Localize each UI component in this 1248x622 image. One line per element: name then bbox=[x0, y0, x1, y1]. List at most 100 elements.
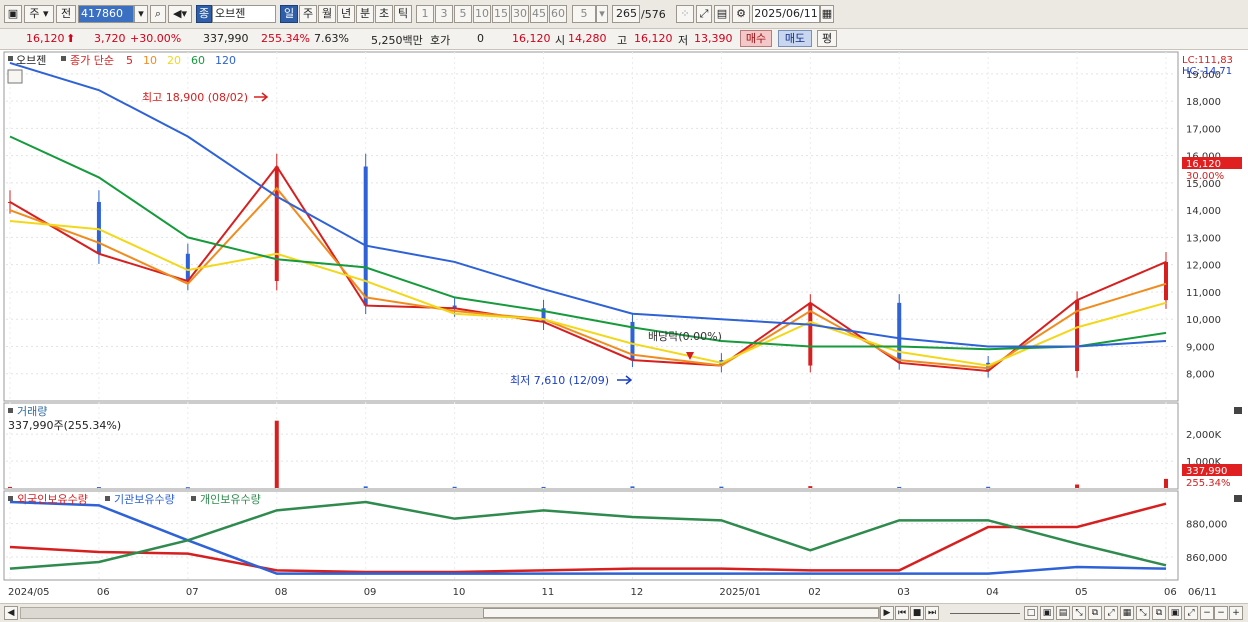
volume-bar[interactable] bbox=[274, 420, 279, 488]
volume-bar[interactable] bbox=[363, 486, 368, 488]
prev-button[interactable]: 전 bbox=[56, 5, 76, 23]
legend-ma-square-icon bbox=[61, 56, 66, 61]
tool-icon-6[interactable]: ⤢ bbox=[1104, 606, 1118, 620]
tool-icon-4[interactable]: ⤡ bbox=[1072, 606, 1086, 620]
holdings-legend-square-icon bbox=[8, 496, 13, 501]
period-select[interactable]: 주 ▾ bbox=[24, 5, 54, 23]
interval-minute[interactable]: 분 bbox=[356, 5, 374, 23]
candle-body[interactable] bbox=[274, 166, 279, 282]
settings-gear-icon[interactable]: ⚙ bbox=[732, 5, 750, 23]
tool-icon-3[interactable]: ▤ bbox=[1056, 606, 1070, 620]
candle-body[interactable] bbox=[363, 166, 368, 306]
window-menu-icon[interactable]: ▣ bbox=[4, 5, 22, 23]
candle-body[interactable] bbox=[185, 253, 190, 282]
low-annotation: 최저 7,610 (12/09) bbox=[510, 374, 609, 387]
sound-icon[interactable]: ◀▾ bbox=[168, 5, 192, 23]
code-dropdown-icon[interactable]: ▾ bbox=[134, 5, 148, 23]
volume-bar[interactable] bbox=[808, 486, 813, 488]
scroll-track[interactable] bbox=[20, 607, 880, 619]
volume-bar[interactable] bbox=[452, 486, 457, 488]
holdings-legend-square-icon bbox=[191, 496, 196, 501]
forward-icon[interactable]: ⏭ bbox=[925, 606, 939, 620]
tool-icon-5[interactable]: ⧉ bbox=[1088, 606, 1102, 620]
calculator-icon[interactable] bbox=[7, 69, 23, 84]
calendar-icon[interactable]: ▦ bbox=[820, 5, 834, 23]
interval-tick[interactable]: 틱 bbox=[394, 5, 412, 23]
stock-name-field[interactable]: 오브젠 bbox=[212, 5, 276, 23]
scroll-right-icon[interactable]: ▶ bbox=[880, 606, 894, 620]
volume-bar[interactable] bbox=[185, 487, 190, 489]
interval-year[interactable]: 년 bbox=[337, 5, 355, 23]
bottom-scrollbar[interactable]: ◀ ▶ ⏮ ■ ⏭ □ ▣ ▤ ⤡ ⧉ ⤢ ▦ ⤡ ⧉ ▣ ⤢ − − + bbox=[0, 603, 1248, 622]
holdings-panel-close-icon[interactable] bbox=[1234, 495, 1242, 502]
volume-pct-tag: 255.34% bbox=[1186, 478, 1231, 489]
legend-ma-5: 5 bbox=[126, 54, 133, 67]
x-axis-label: 06/11 bbox=[1188, 587, 1217, 598]
sell-button[interactable]: 매도 bbox=[778, 30, 812, 47]
high-annotation: 최고 18,900 (08/02) bbox=[142, 91, 248, 104]
buy-button[interactable]: 매수 bbox=[740, 30, 772, 47]
chart-area[interactable]: 19,00018,00017,00016,00015,00014,00013,0… bbox=[0, 50, 1248, 603]
minus-icon[interactable]: − bbox=[1214, 606, 1228, 620]
volume-bar[interactable] bbox=[8, 486, 12, 488]
rewind-icon[interactable]: ⏮ bbox=[895, 606, 909, 620]
x-axis-label: 05 bbox=[1075, 587, 1088, 598]
step-dropdown-icon[interactable]: ▾ bbox=[596, 5, 608, 23]
step-60[interactable]: 60 bbox=[549, 5, 567, 23]
draw-tool-icon[interactable]: ⤢ bbox=[696, 5, 712, 23]
quote-bar: 16,120 ⬆ 3,720 +30.00% 337,990 255.34% 7… bbox=[0, 29, 1248, 50]
range-input[interactable]: 265 bbox=[612, 5, 640, 23]
scroll-thumb[interactable] bbox=[483, 608, 879, 618]
price-y-label: 13,000 bbox=[1186, 233, 1221, 244]
volume-bar[interactable] bbox=[1075, 484, 1080, 489]
zoom-out-icon[interactable]: − bbox=[1200, 606, 1214, 620]
interval-second[interactable]: 초 bbox=[375, 5, 393, 23]
holdings-legend-label: 기관보유수량 bbox=[114, 493, 175, 506]
step-30[interactable]: 30 bbox=[511, 5, 529, 23]
step-10[interactable]: 10 bbox=[473, 5, 491, 23]
zoom-in-icon[interactable]: + bbox=[1229, 606, 1243, 620]
tool-icon-7[interactable]: ▦ bbox=[1120, 606, 1134, 620]
step-15[interactable]: 15 bbox=[492, 5, 510, 23]
tool-icon-2[interactable]: ▣ bbox=[1040, 606, 1054, 620]
candle-body[interactable] bbox=[96, 201, 101, 254]
step-value-input[interactable]: 5 bbox=[572, 5, 596, 23]
tool-icon-10[interactable]: ▣ bbox=[1168, 606, 1182, 620]
x-axis-label: 03 bbox=[897, 587, 910, 598]
date-input[interactable]: 2025/06/11 bbox=[752, 5, 820, 23]
eval-button[interactable]: 평 bbox=[817, 30, 837, 47]
legend-ma-10: 10 bbox=[143, 54, 157, 67]
volume-bar[interactable] bbox=[719, 486, 724, 488]
x-axis-label: 2024/05 bbox=[8, 587, 50, 598]
step-3[interactable]: 3 bbox=[435, 5, 453, 23]
pan-icon[interactable]: ⤢ bbox=[1184, 606, 1198, 620]
stop-icon[interactable]: ■ bbox=[910, 606, 924, 620]
volume-bar[interactable] bbox=[986, 486, 991, 488]
search-icon[interactable]: ⌕ bbox=[150, 5, 166, 23]
volume-value: 337,990 bbox=[203, 32, 249, 45]
x-axis-label: 02 bbox=[808, 587, 821, 598]
candle-body[interactable] bbox=[1164, 261, 1168, 301]
step-5[interactable]: 5 bbox=[454, 5, 472, 23]
scroll-left-icon[interactable]: ◀ bbox=[4, 606, 18, 620]
interval-week[interactable]: 주 bbox=[299, 5, 317, 23]
price-tag: 16,120 bbox=[1186, 159, 1221, 170]
volume-bar[interactable] bbox=[1164, 478, 1168, 488]
volume-bar[interactable] bbox=[897, 486, 902, 488]
volume-bar[interactable] bbox=[96, 487, 101, 489]
tool-icon-8[interactable]: ⤡ bbox=[1136, 606, 1150, 620]
interval-month[interactable]: 월 bbox=[318, 5, 336, 23]
speed-slider[interactable] bbox=[950, 613, 1020, 614]
volume-bar[interactable] bbox=[541, 486, 546, 488]
volume-bar[interactable] bbox=[630, 486, 635, 488]
tool-icon-1[interactable]: □ bbox=[1024, 606, 1038, 620]
candle-body[interactable] bbox=[897, 302, 902, 363]
step-45[interactable]: 45 bbox=[530, 5, 548, 23]
interval-day[interactable]: 일 bbox=[280, 5, 298, 23]
save-icon[interactable]: ▤ bbox=[714, 5, 730, 23]
volume-panel-close-icon[interactable] bbox=[1234, 407, 1242, 414]
grid-icon[interactable]: ⁘ bbox=[676, 5, 694, 23]
tool-icon-9[interactable]: ⧉ bbox=[1152, 606, 1166, 620]
step-1[interactable]: 1 bbox=[416, 5, 434, 23]
stock-code-input[interactable]: 417860 bbox=[78, 5, 134, 23]
